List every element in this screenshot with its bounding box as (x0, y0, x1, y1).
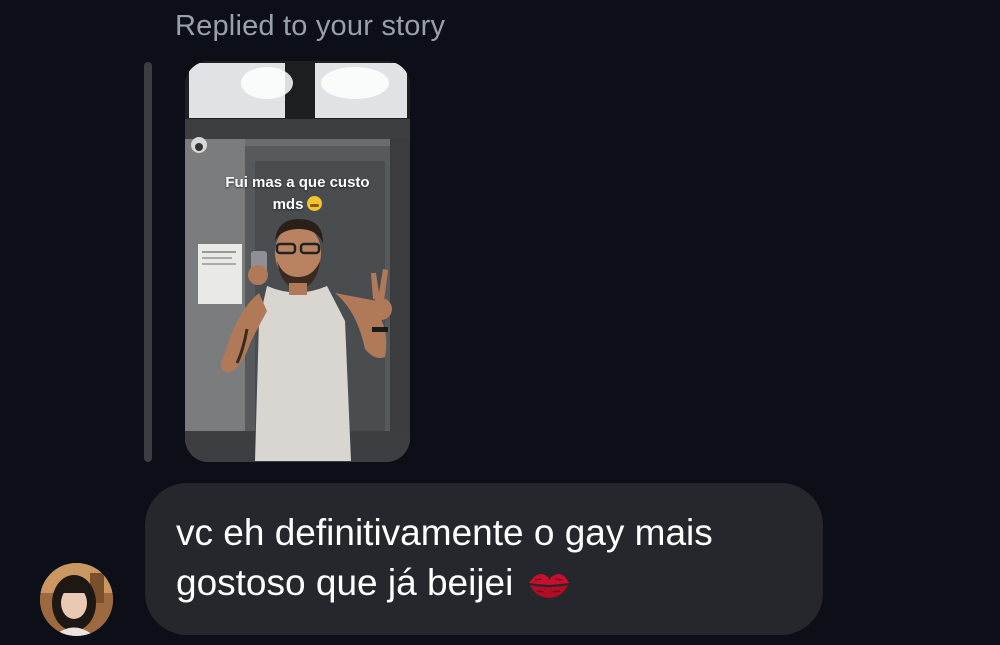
message-text-line-2: gostoso que já beijei (176, 562, 514, 603)
kiss-mark-icon (529, 574, 570, 598)
story-caption-line-2-wrap: mds (185, 194, 410, 216)
yawning-face-icon (307, 196, 323, 211)
message-bubble[interactable]: vc eh definitivamente o gay mais gostoso… (145, 483, 823, 635)
story-thumbnail[interactable]: Fui mas a que custo mds (185, 61, 410, 462)
story-caption-line-1: Fui mas a que custo (225, 174, 370, 191)
message-text-line-1: vc eh definitivamente o gay mais (176, 512, 713, 553)
story-caption-line-2: mds (272, 196, 304, 213)
story-caption: Fui mas a que custo mds (185, 172, 410, 216)
story-photo (185, 61, 410, 462)
replied-to-story-label: Replied to your story (175, 10, 446, 42)
sender-avatar[interactable] (40, 563, 113, 636)
message-text-line-2-wrap: gostoso que já beijei (176, 558, 793, 608)
avatar-photo (40, 563, 113, 636)
reply-quote-bar (144, 62, 152, 462)
